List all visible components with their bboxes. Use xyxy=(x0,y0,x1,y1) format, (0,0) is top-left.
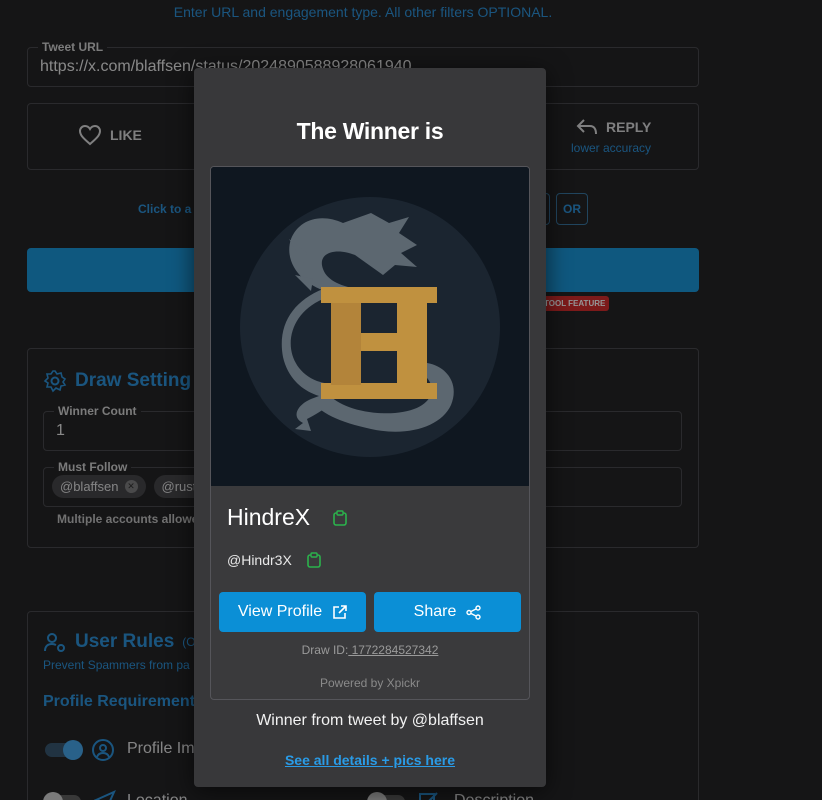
profile-image-toggle[interactable] xyxy=(45,740,83,760)
must-follow-chip[interactable]: @blaffsen ✕ xyxy=(52,475,146,498)
or-toggle-button[interactable]: OR xyxy=(556,193,588,225)
winner-source-text: Winner from tweet by @blaffsen xyxy=(256,712,484,729)
modal-title: The Winner is xyxy=(296,118,444,144)
copy-name-icon[interactable] xyxy=(333,510,347,526)
draw-id: Draw ID: 1772284527342 xyxy=(211,643,529,657)
profile-requirements-title: Profile Requirement xyxy=(43,693,196,710)
view-profile-label: View Profile xyxy=(237,603,323,620)
description-rule-label: Description xyxy=(454,792,534,800)
winner-handle: @Hindr3X xyxy=(227,552,292,568)
heart-icon xyxy=(78,124,102,146)
edit-icon xyxy=(419,792,438,800)
share-label: Share xyxy=(413,603,457,620)
dragon-logo-image xyxy=(211,167,529,486)
must-follow-helper: Multiple accounts allowe xyxy=(57,512,199,526)
gear-icon xyxy=(43,370,67,393)
winner-avatar xyxy=(211,167,529,486)
must-follow-label: Must Follow xyxy=(54,460,132,474)
like-option[interactable]: LIKE xyxy=(78,124,142,146)
share-icon xyxy=(466,604,482,620)
reply-accuracy-note: lower accuracy xyxy=(571,141,652,155)
draw-settings-label: Draw Setting xyxy=(75,370,192,391)
winner-count-value: 1 xyxy=(56,422,65,439)
winner-modal: The Winner is HindreX @Hindr3X View Prof… xyxy=(194,68,546,787)
tweet-url-label: Tweet URL xyxy=(38,40,108,54)
reply-option[interactable]: REPLY xyxy=(576,118,651,136)
user-rules-title: User Rules (O xyxy=(43,630,196,654)
user-circle-icon xyxy=(92,739,114,761)
draw-id-value[interactable]: 1772284527342 xyxy=(348,643,439,657)
share-button[interactable]: Share xyxy=(374,592,521,632)
draw-settings-title: Draw Setting xyxy=(43,369,191,393)
reply-label: REPLY xyxy=(606,119,652,135)
click-to-hint: Click to a xyxy=(138,202,192,216)
winner-count-label: Winner Count xyxy=(54,404,141,418)
user-rules-subtext: Prevent Spammers from pa xyxy=(43,658,190,672)
powered-by: Powered by Xpickr xyxy=(319,676,421,690)
remove-chip-icon[interactable]: ✕ xyxy=(124,480,138,493)
user-rules-label: User Rules xyxy=(75,631,175,652)
like-label: LIKE xyxy=(110,127,142,143)
location-toggle[interactable] xyxy=(43,792,81,800)
external-link-icon xyxy=(333,604,347,619)
location-rule-label: Location xyxy=(127,792,188,800)
description-toggle[interactable] xyxy=(367,792,405,800)
copy-handle-icon[interactable] xyxy=(307,552,321,568)
draw-id-label: Draw ID: xyxy=(301,643,349,657)
winner-name: HindreX xyxy=(227,504,311,530)
see-details-link[interactable]: See all details + pics here xyxy=(194,752,546,768)
location-arrow-icon xyxy=(94,790,116,800)
user-settings-icon xyxy=(44,633,65,652)
profile-image-rule-label: Profile Im xyxy=(127,740,195,757)
form-hint: Enter URL and engagement type. All other… xyxy=(173,4,553,20)
winner-card: HindreX @Hindr3X View Profile Share Draw… xyxy=(210,166,530,700)
reply-arrow-icon xyxy=(576,119,597,135)
tool-feature-badge: TOOL FEATURE xyxy=(540,296,610,311)
view-profile-button[interactable]: View Profile xyxy=(219,592,366,632)
